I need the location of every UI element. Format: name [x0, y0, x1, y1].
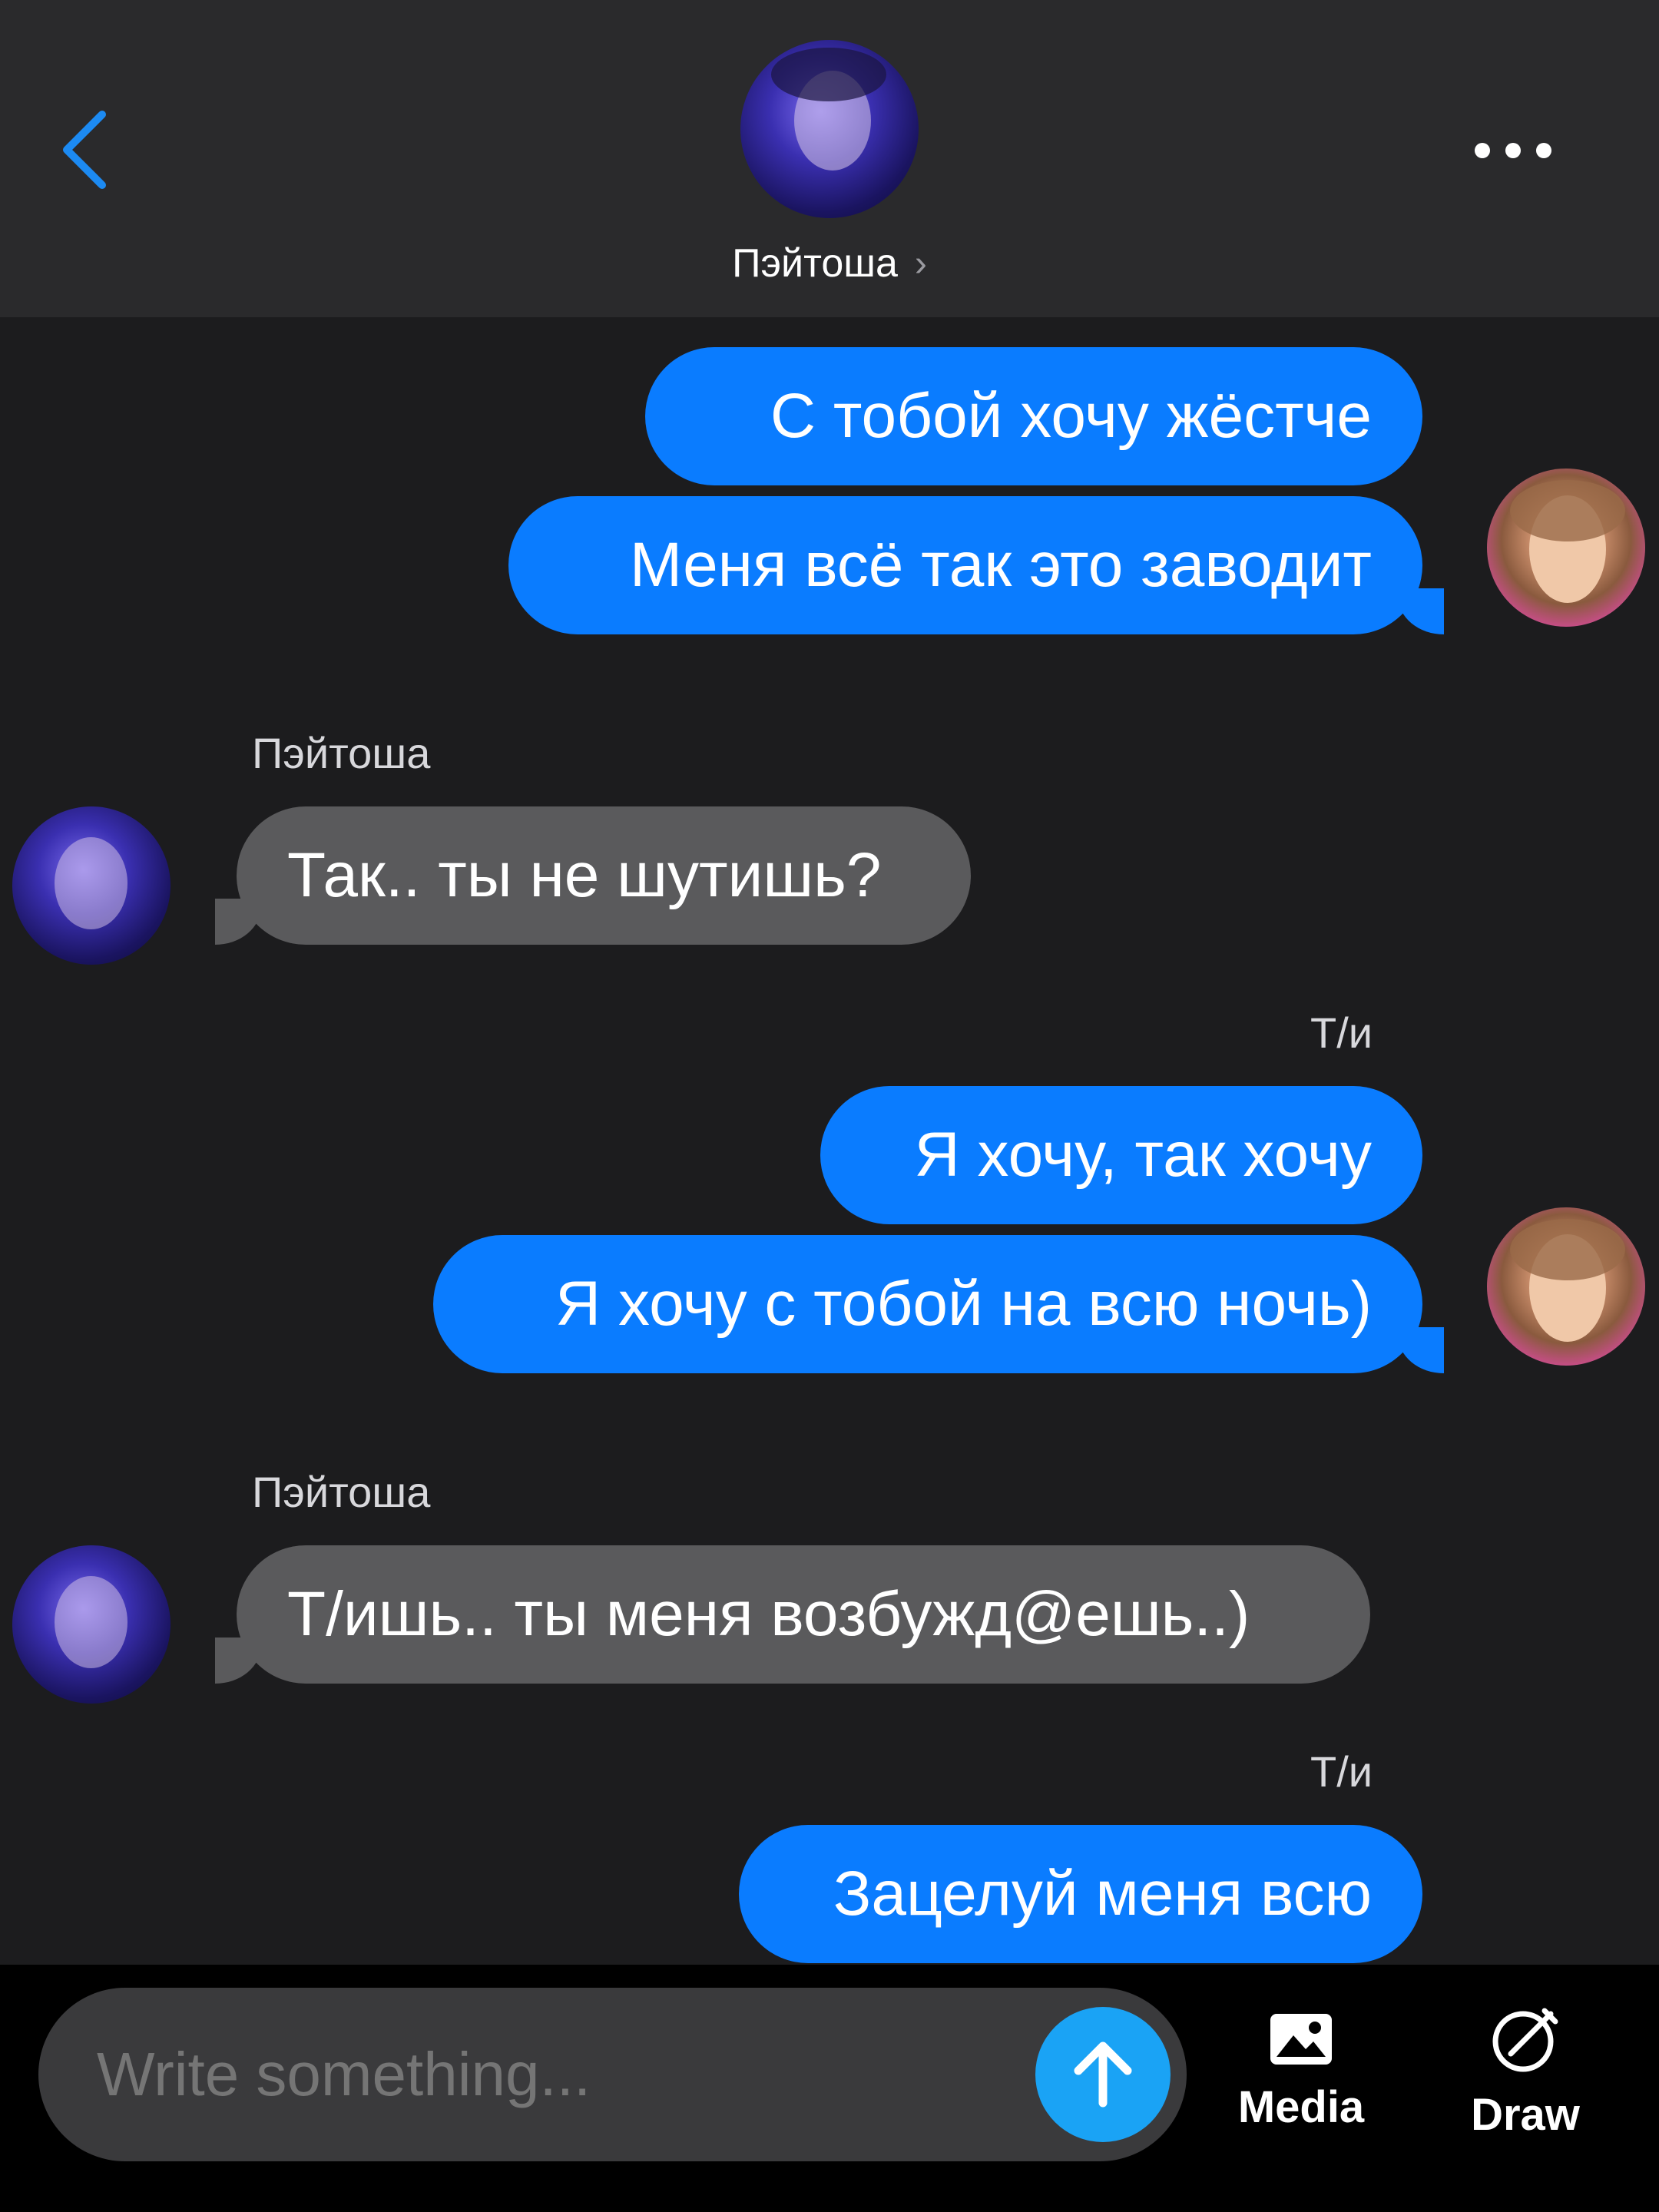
bubble-tail	[1398, 588, 1444, 634]
sender-name: Пэйтоша	[252, 1468, 431, 1516]
composer-bar: Media Draw	[0, 1965, 1659, 2212]
back-chevron-icon	[63, 111, 106, 189]
sender-name: Пэйтоша	[252, 729, 431, 777]
sender-name: Т/и	[1310, 1008, 1373, 1057]
message-bubble-outgoing[interactable]: Зацелуй меня всю	[739, 1825, 1422, 1963]
message-bubble-outgoing[interactable]: Я хочу с тобой на всю ночь)	[433, 1235, 1422, 1373]
bubble-tail	[215, 899, 261, 945]
draw-label: Draw	[1471, 2090, 1580, 2140]
message-bubble-incoming[interactable]: Т/ишь.. ты меня возбужд@ешь..)	[237, 1545, 1370, 1684]
contact-name: Пэйтоша	[732, 241, 898, 286]
more-dots-icon	[1475, 143, 1490, 158]
draw-icon	[1492, 2008, 1558, 2072]
send-button[interactable]	[1035, 2007, 1171, 2142]
chat-header: Пэйтоша ›	[0, 0, 1659, 317]
bubble-tail	[215, 1637, 261, 1684]
back-button[interactable]	[54, 108, 115, 192]
send-arrow-icon	[1074, 2041, 1132, 2108]
sender-name: Т/и	[1310, 1747, 1373, 1796]
message-bubble-incoming[interactable]: Так.. ты не шутишь?	[237, 806, 971, 945]
message-bubble-outgoing[interactable]: С тобой хочу жёстче	[645, 347, 1422, 485]
media-button[interactable]: Media	[1217, 1995, 1386, 2164]
chevron-right-icon: ›	[914, 243, 927, 284]
bubble-tail	[1398, 1327, 1444, 1373]
my-avatar[interactable]	[1487, 469, 1645, 627]
contact-message-avatar[interactable]	[12, 806, 171, 965]
more-button[interactable]	[1459, 123, 1567, 178]
media-label: Media	[1237, 2082, 1365, 2132]
draw-button[interactable]: Draw	[1441, 1995, 1610, 2164]
contact-name-button[interactable]: Пэйтоша ›	[0, 237, 1659, 290]
message-input[interactable]	[38, 1988, 1187, 2161]
contact-avatar[interactable]	[740, 40, 919, 218]
message-bubble-outgoing[interactable]: Меня всё так это заводит	[508, 496, 1422, 634]
my-avatar[interactable]	[1487, 1207, 1645, 1366]
message-bubble-outgoing[interactable]: Я хочу, так хочу	[820, 1086, 1422, 1224]
contact-message-avatar[interactable]	[12, 1545, 171, 1704]
image-icon	[1270, 2014, 1332, 2065]
